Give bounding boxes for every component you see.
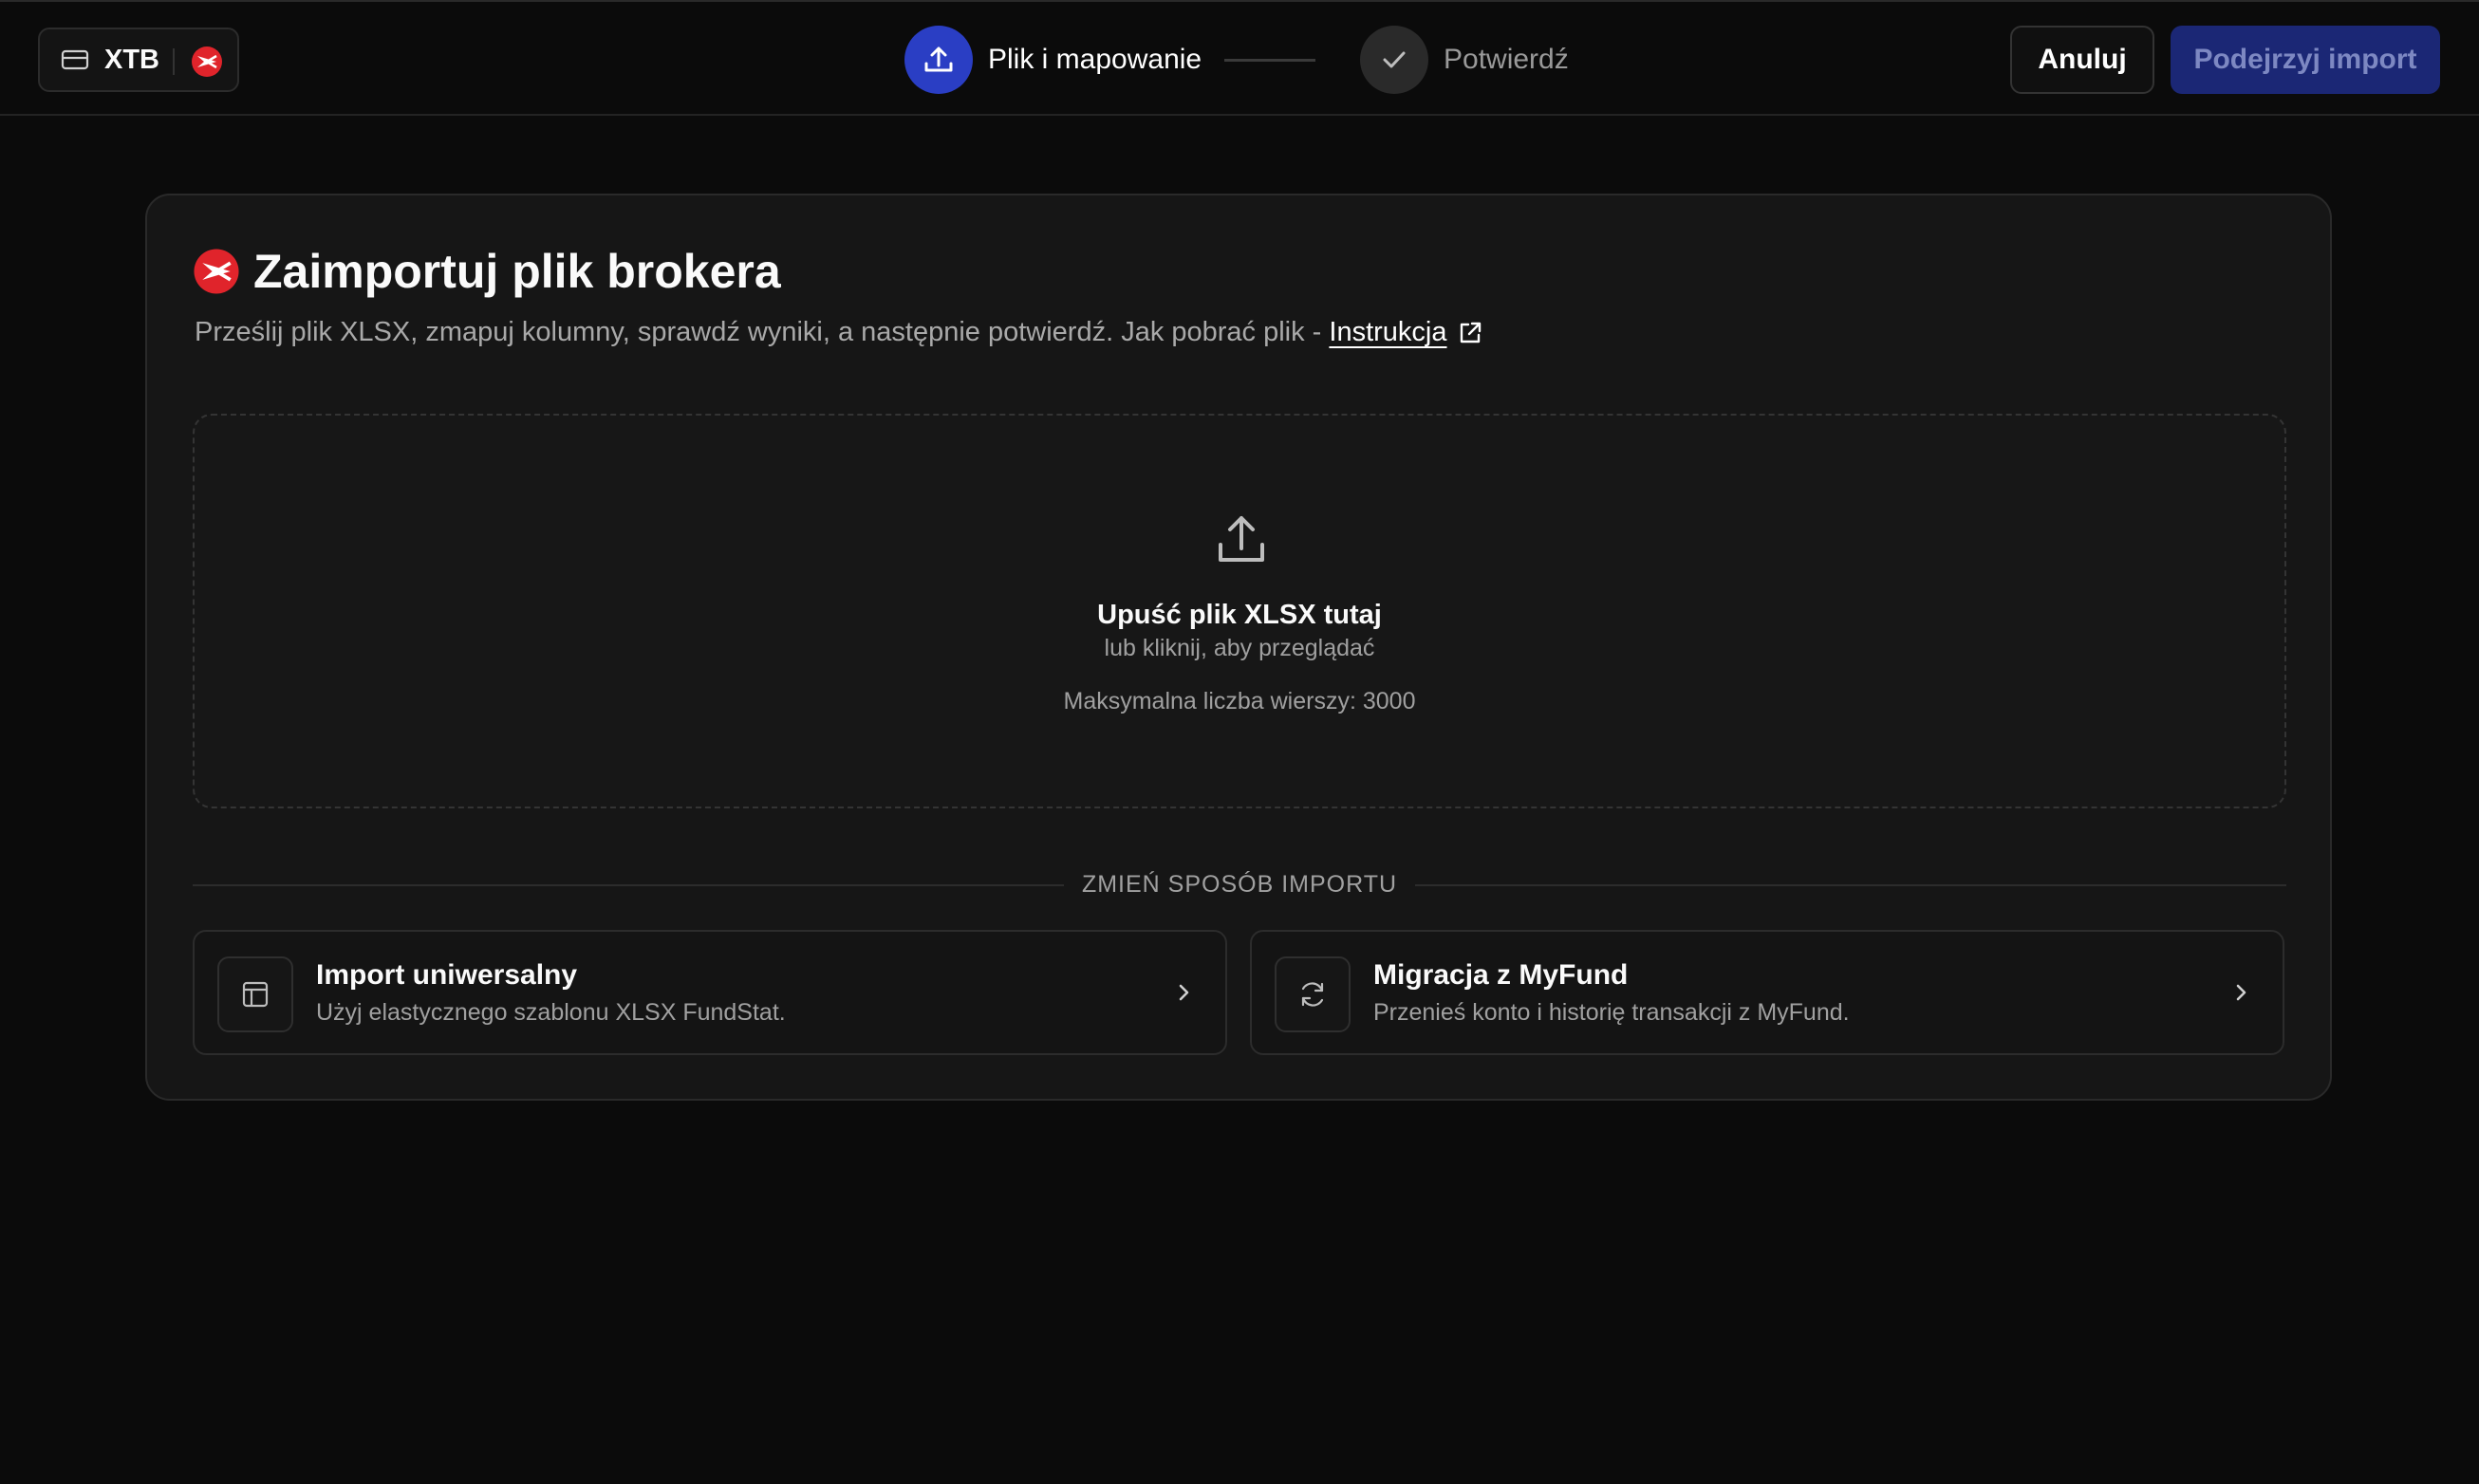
step-file-mapping[interactable]: Plik i mapowanie	[904, 26, 1202, 94]
cancel-button[interactable]: Anuluj	[2010, 26, 2154, 94]
card-subtitle: Prześlij plik XLSX, zmapuj kolumny, spra…	[195, 313, 1483, 351]
xtb-logo	[194, 249, 239, 294]
universal-import-option[interactable]: Import uniwersalny Użyj elastycznego sza…	[193, 930, 1227, 1055]
table-icon	[242, 981, 269, 1008]
preview-import-button[interactable]: Podejrzyj import	[2171, 26, 2440, 94]
step-label: Plik i mapowanie	[988, 44, 1202, 75]
option-title: Import uniwersalny	[316, 959, 578, 991]
import-card: Zaimportuj plik brokera Prześlij plik XL…	[145, 194, 2332, 1101]
credit-card-icon	[61, 49, 89, 70]
step-circle	[904, 26, 973, 94]
option-icon-box	[1275, 956, 1351, 1032]
step-circle	[1360, 26, 1428, 94]
upload-icon	[1219, 516, 1264, 562]
myfund-migration-option[interactable]: Migracja z MyFund Przenieś konto i histo…	[1250, 930, 2284, 1055]
card-title: Zaimportuj plik brokera	[193, 243, 781, 300]
separator	[173, 48, 175, 75]
account-selector[interactable]: XTB	[38, 28, 239, 92]
step-confirm[interactable]: Potwierdź	[1360, 26, 1569, 94]
step-label: Potwierdź	[1444, 44, 1569, 75]
file-dropzone[interactable]: Upuść plik XLSX tutaj lub kliknij, aby p…	[193, 414, 2286, 808]
top-bar: XTB Plik i mapowanie Potwierdź Anuluj Po…	[0, 0, 2479, 116]
xtb-logo	[192, 46, 222, 77]
import-method-divider: ZMIEŃ SPOSÓB IMPORTU	[193, 865, 2286, 903]
subtitle-text: Prześlij plik XLSX, zmapuj kolumny, spra…	[195, 317, 1330, 347]
instruction-link[interactable]: Instrukcja	[1329, 317, 1446, 347]
check-icon	[1383, 51, 1406, 68]
refresh-icon	[1301, 982, 1324, 1007]
step-connector	[1224, 59, 1315, 62]
page-title: Zaimportuj plik brokera	[253, 245, 781, 298]
option-icon-box	[217, 956, 293, 1032]
dropzone-subtitle: lub kliknij, aby przeglądać	[1104, 635, 1375, 661]
upload-icon	[924, 46, 953, 72]
chevron-right-icon	[1179, 984, 1189, 1001]
account-label: XTB	[104, 45, 159, 75]
dropzone-max-rows: Maksymalna liczba wierszy: 3000	[1063, 688, 1416, 714]
option-description: Użyj elastycznego szablonu XLSX FundStat…	[316, 999, 786, 1026]
option-title: Migracja z MyFund	[1373, 959, 1629, 991]
option-description: Przenieś konto i historię transakcji z M…	[1373, 999, 1850, 1026]
chevron-right-icon	[2236, 984, 2246, 1001]
external-link-icon[interactable]	[1457, 320, 1483, 346]
dropzone-title: Upuść plik XLSX tutaj	[1097, 600, 1382, 630]
divider-line	[1415, 884, 2286, 886]
